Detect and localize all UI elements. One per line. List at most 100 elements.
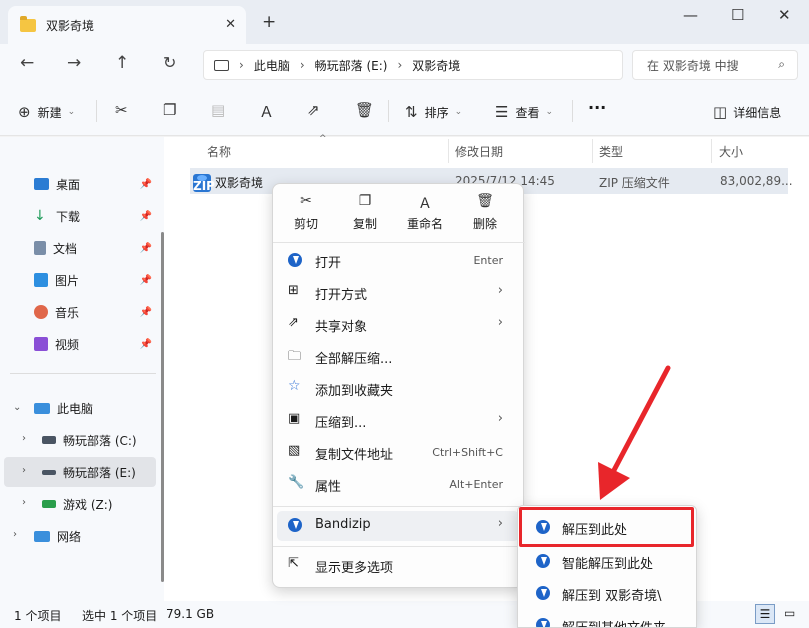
menu-item-label: 添加到收藏夹 [315,384,394,399]
pin-icon[interactable]: 📌 [140,307,152,318]
chevron-right-icon[interactable]: › [300,58,305,72]
view-button[interactable]: ☰ 查看 ⌄ [495,103,553,121]
column-divider[interactable] [711,139,712,163]
picture-icon [34,273,48,287]
submenu-item-extract-to-folder[interactable]: 解压到 双影奇境\ [522,578,694,608]
sidebar-item-downloads[interactable]: ↓ 下载 📌 [34,201,156,231]
menu-item-label: 全部解压缩... [315,352,393,367]
delete-icon: 🗑 [476,193,494,209]
title-bar: 双影奇境 ✕ + — ☐ ✕ [0,0,809,44]
column-header-name[interactable]: 名称 [207,143,231,160]
maximize-icon[interactable]: ☐ [731,6,744,24]
column-header-size[interactable]: 大小 [719,143,743,160]
search-icon[interactable]: ⌕ [778,57,785,72]
context-cut-button[interactable]: ✂ 剪切 [276,184,336,240]
chevron-right-icon[interactable]: › [13,529,17,540]
forward-icon[interactable]: → [67,53,81,73]
pin-icon[interactable]: 📌 [140,179,152,190]
tab-close-icon[interactable]: ✕ [225,17,236,32]
breadcrumb-drive[interactable]: 畅玩部落 (E:) [315,57,388,74]
navigation-bar: ← → ↑ ↻ › 此电脑 › 畅玩部落 (E:) › 双影奇境 在 双影奇境 … [0,44,809,86]
sort-ascending-icon: ^ [319,134,327,144]
breadcrumb-this-pc[interactable]: 此电脑 [254,57,290,74]
back-icon[interactable]: ← [20,53,34,73]
menu-item-open[interactable]: 打开 Enter [277,246,519,276]
menu-item-properties[interactable]: 🔧 属性 Alt+Enter [277,470,519,500]
copy-icon[interactable]: ❐ [163,101,176,119]
pin-icon[interactable]: 📌 [140,275,152,286]
details-view-icon[interactable]: ☰ [755,604,775,624]
sidebar-item-this-pc[interactable]: 此电脑 [34,393,156,423]
menu-item-share[interactable]: ⇗ 共享对象 › [277,310,519,340]
sidebar-item-label: 网络 [57,529,82,544]
sidebar-item-desktop[interactable]: 桌面 📌 [34,169,156,199]
sidebar-item-drive-c[interactable]: 畅玩部落 (C:) [42,425,156,455]
column-header-type[interactable]: 类型 [599,143,623,160]
menu-item-copy-path[interactable]: ▧ 复制文件地址 Ctrl+Shift+C [277,438,519,468]
pin-icon[interactable]: 📌 [140,211,152,222]
sidebar-item-pictures[interactable]: 图片 📌 [34,265,156,295]
quick-action-label: 重命名 [406,217,443,231]
menu-item-label: 属性 [315,480,342,495]
breadcrumb-folder[interactable]: 双影奇境 [412,57,460,74]
search-input[interactable]: 在 双影奇境 中搜 ⌕ [632,50,798,80]
chevron-right-icon[interactable]: › [239,58,244,72]
context-copy-button[interactable]: ❐ 复制 [335,184,395,240]
chevron-right-icon[interactable]: › [22,497,26,508]
menu-item-add-favorites[interactable]: ☆ 添加到收藏夹 [277,374,519,404]
more-options-icon[interactable]: ··· [588,98,606,117]
up-icon[interactable]: ↑ [115,53,129,73]
sort-button[interactable]: ⇅ 排序 ⌄ [405,103,462,121]
column-divider[interactable] [448,139,449,163]
sidebar-item-music[interactable]: 音乐 📌 [34,297,156,327]
minimize-icon[interactable]: — [683,6,698,24]
sidebar-item-label: 图片 [55,273,80,288]
cut-icon[interactable]: ✂ [115,101,128,119]
tab-current[interactable]: 双影奇境 ✕ [8,6,246,44]
context-rename-button[interactable]: Ａ 重命名 [395,184,455,240]
sidebar-item-videos[interactable]: 视频 📌 [34,329,156,359]
submenu-item-smart-extract[interactable]: 智能解压到此处 [522,546,694,576]
rename-icon[interactable]: Ａ [259,101,274,122]
submenu-item-extract-other[interactable]: 解压到其他文件夹... [522,610,694,627]
bandizip-icon [536,618,550,627]
context-delete-button[interactable]: 🗑 删除 [455,184,515,240]
details-pane-button[interactable]: ◫ 详细信息 [713,103,781,121]
menu-item-shortcut: Alt+Enter [449,478,503,491]
view-label: 查看 [515,105,540,120]
menu-item-open-with[interactable]: ⊞ 打开方式 › [277,278,519,308]
quick-action-label: 剪切 [293,217,318,231]
menu-item-bandizip[interactable]: Bandizip › [277,511,519,541]
close-icon[interactable]: ✕ [778,6,791,24]
column-header-date[interactable]: 修改日期 [455,143,503,160]
sidebar-item-label: 下载 [56,209,81,224]
chevron-right-icon[interactable]: › [397,58,402,72]
address-bar[interactable]: › 此电脑 › 畅玩部落 (E:) › 双影奇境 [203,50,623,80]
chevron-down-icon[interactable]: ⌄ [13,402,21,413]
tiles-view-icon[interactable]: ▭ [784,606,795,620]
pin-icon[interactable]: 📌 [140,339,152,350]
chevron-right-icon[interactable]: › [22,465,26,476]
toolbar-divider [96,100,97,122]
chevron-right-icon[interactable]: › [22,433,26,444]
menu-item-compress-to[interactable]: ▣ 压缩到... › [277,406,519,436]
delete-icon[interactable]: 🗑 [355,101,374,119]
toolbar-divider [572,100,573,122]
new-button[interactable]: ⊕ 新建 ⌄ [18,103,75,121]
new-tab-icon[interactable]: + [262,12,276,32]
share-icon[interactable]: ⇗ [307,101,320,119]
status-selected: 选中 1 个项目 [82,609,158,623]
folder-icon [20,15,36,32]
menu-item-extract-all[interactable]: 🗀 全部解压缩... [277,342,519,372]
pin-icon[interactable]: 📌 [140,243,152,254]
sidebar-item-network[interactable]: 网络 [34,521,156,551]
refresh-icon[interactable]: ↻ [163,53,176,72]
paste-icon[interactable]: ▤ [211,101,225,119]
open-with-icon: ⊞ [288,283,299,298]
sidebar-item-drive-e[interactable]: › 畅玩部落 (E:) [4,457,156,487]
menu-divider [273,506,525,507]
column-divider[interactable] [592,139,593,163]
sidebar-item-documents[interactable]: 文档 📌 [34,233,156,263]
menu-item-show-more[interactable]: ⇱ 显示更多选项 [277,551,519,581]
sidebar-item-drive-z[interactable]: 游戏 (Z:) [42,489,156,519]
